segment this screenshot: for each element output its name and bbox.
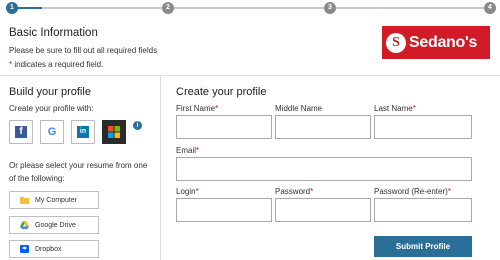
build-profile-heading: Build your profile (9, 86, 91, 98)
email-label: Email* (176, 146, 199, 155)
divider-vertical (160, 76, 161, 260)
middle-name-input[interactable] (275, 115, 371, 139)
facebook-button[interactable]: f (9, 120, 33, 144)
sedanos-logo: S Sedano's (382, 26, 490, 59)
login-required-star: * (195, 187, 199, 196)
login-input[interactable] (176, 198, 272, 222)
password-reenter-label: Password (Re-enter)* (374, 187, 451, 196)
basic-info-heading: Basic Information (9, 27, 98, 39)
password-reenter-input[interactable] (374, 198, 472, 222)
password-required-star: * (310, 187, 314, 196)
email-input[interactable] (176, 157, 472, 181)
my-computer-label: My Computer (35, 196, 78, 204)
middle-name-label: Middle Name (275, 104, 323, 113)
facebook-icon: f (15, 126, 27, 138)
logo-mark: S (386, 32, 406, 53)
first-name-required-star: * (215, 104, 219, 113)
step-1[interactable]: 1 (6, 2, 18, 14)
my-computer-button[interactable]: My Computer (9, 191, 99, 209)
password-reenter-required-star: * (447, 187, 451, 196)
dropbox-button[interactable]: Dropbox (9, 240, 99, 258)
required-legend: * indicates a required field. (9, 60, 103, 69)
last-name-required-star: * (412, 104, 416, 113)
google-drive-icon (20, 221, 29, 229)
login-label: Login* (176, 187, 199, 196)
dropbox-icon (20, 245, 29, 253)
required-legend-text: indicates a required field. (12, 60, 104, 69)
login-label-text: Login (176, 187, 196, 196)
last-name-label-text: Last Name (374, 104, 413, 113)
logo-text: Sedano's (409, 33, 478, 51)
password-label-text: Password (275, 187, 311, 196)
first-name-label-text: First Name (176, 104, 216, 113)
google-button[interactable]: G (40, 120, 64, 144)
first-name-label: First Name* (176, 104, 218, 113)
google-drive-label: Google Drive (35, 221, 76, 229)
password-reenter-label-text: Password (Re-enter) (374, 187, 448, 196)
folder-icon (20, 197, 29, 204)
step-2[interactable]: 2 (162, 2, 174, 14)
password-input[interactable] (275, 198, 371, 222)
last-name-input[interactable] (374, 115, 472, 139)
required-fields-note: Please be sure to fill out all required … (9, 46, 158, 55)
microsoft-button[interactable] (102, 120, 126, 144)
dropbox-label: Dropbox (35, 245, 62, 253)
progress-stepper: 1 2 3 4 (0, 0, 500, 16)
google-icon: G (47, 126, 57, 138)
linkedin-icon: in (77, 126, 89, 138)
resume-source-text: Or please select your resume from one of… (9, 161, 148, 183)
step-4[interactable]: 4 (484, 2, 496, 14)
info-icon[interactable]: i (133, 121, 142, 130)
last-name-label: Last Name* (374, 104, 416, 113)
microsoft-icon (108, 126, 120, 138)
first-name-input[interactable] (176, 115, 272, 139)
google-drive-button[interactable]: Google Drive (9, 216, 99, 234)
build-profile-subtitle: Create your profile with: (9, 104, 94, 113)
submit-profile-button[interactable]: Submit Profile (374, 236, 472, 257)
step-3[interactable]: 3 (324, 2, 336, 14)
create-profile-heading: Create your profile (176, 86, 267, 98)
linkedin-button[interactable]: in (71, 120, 95, 144)
stepper-track (12, 7, 488, 9)
password-label: Password* (275, 187, 313, 196)
email-label-text: Email (176, 146, 197, 155)
email-required-star: * (196, 146, 200, 155)
divider-horizontal (0, 75, 500, 76)
